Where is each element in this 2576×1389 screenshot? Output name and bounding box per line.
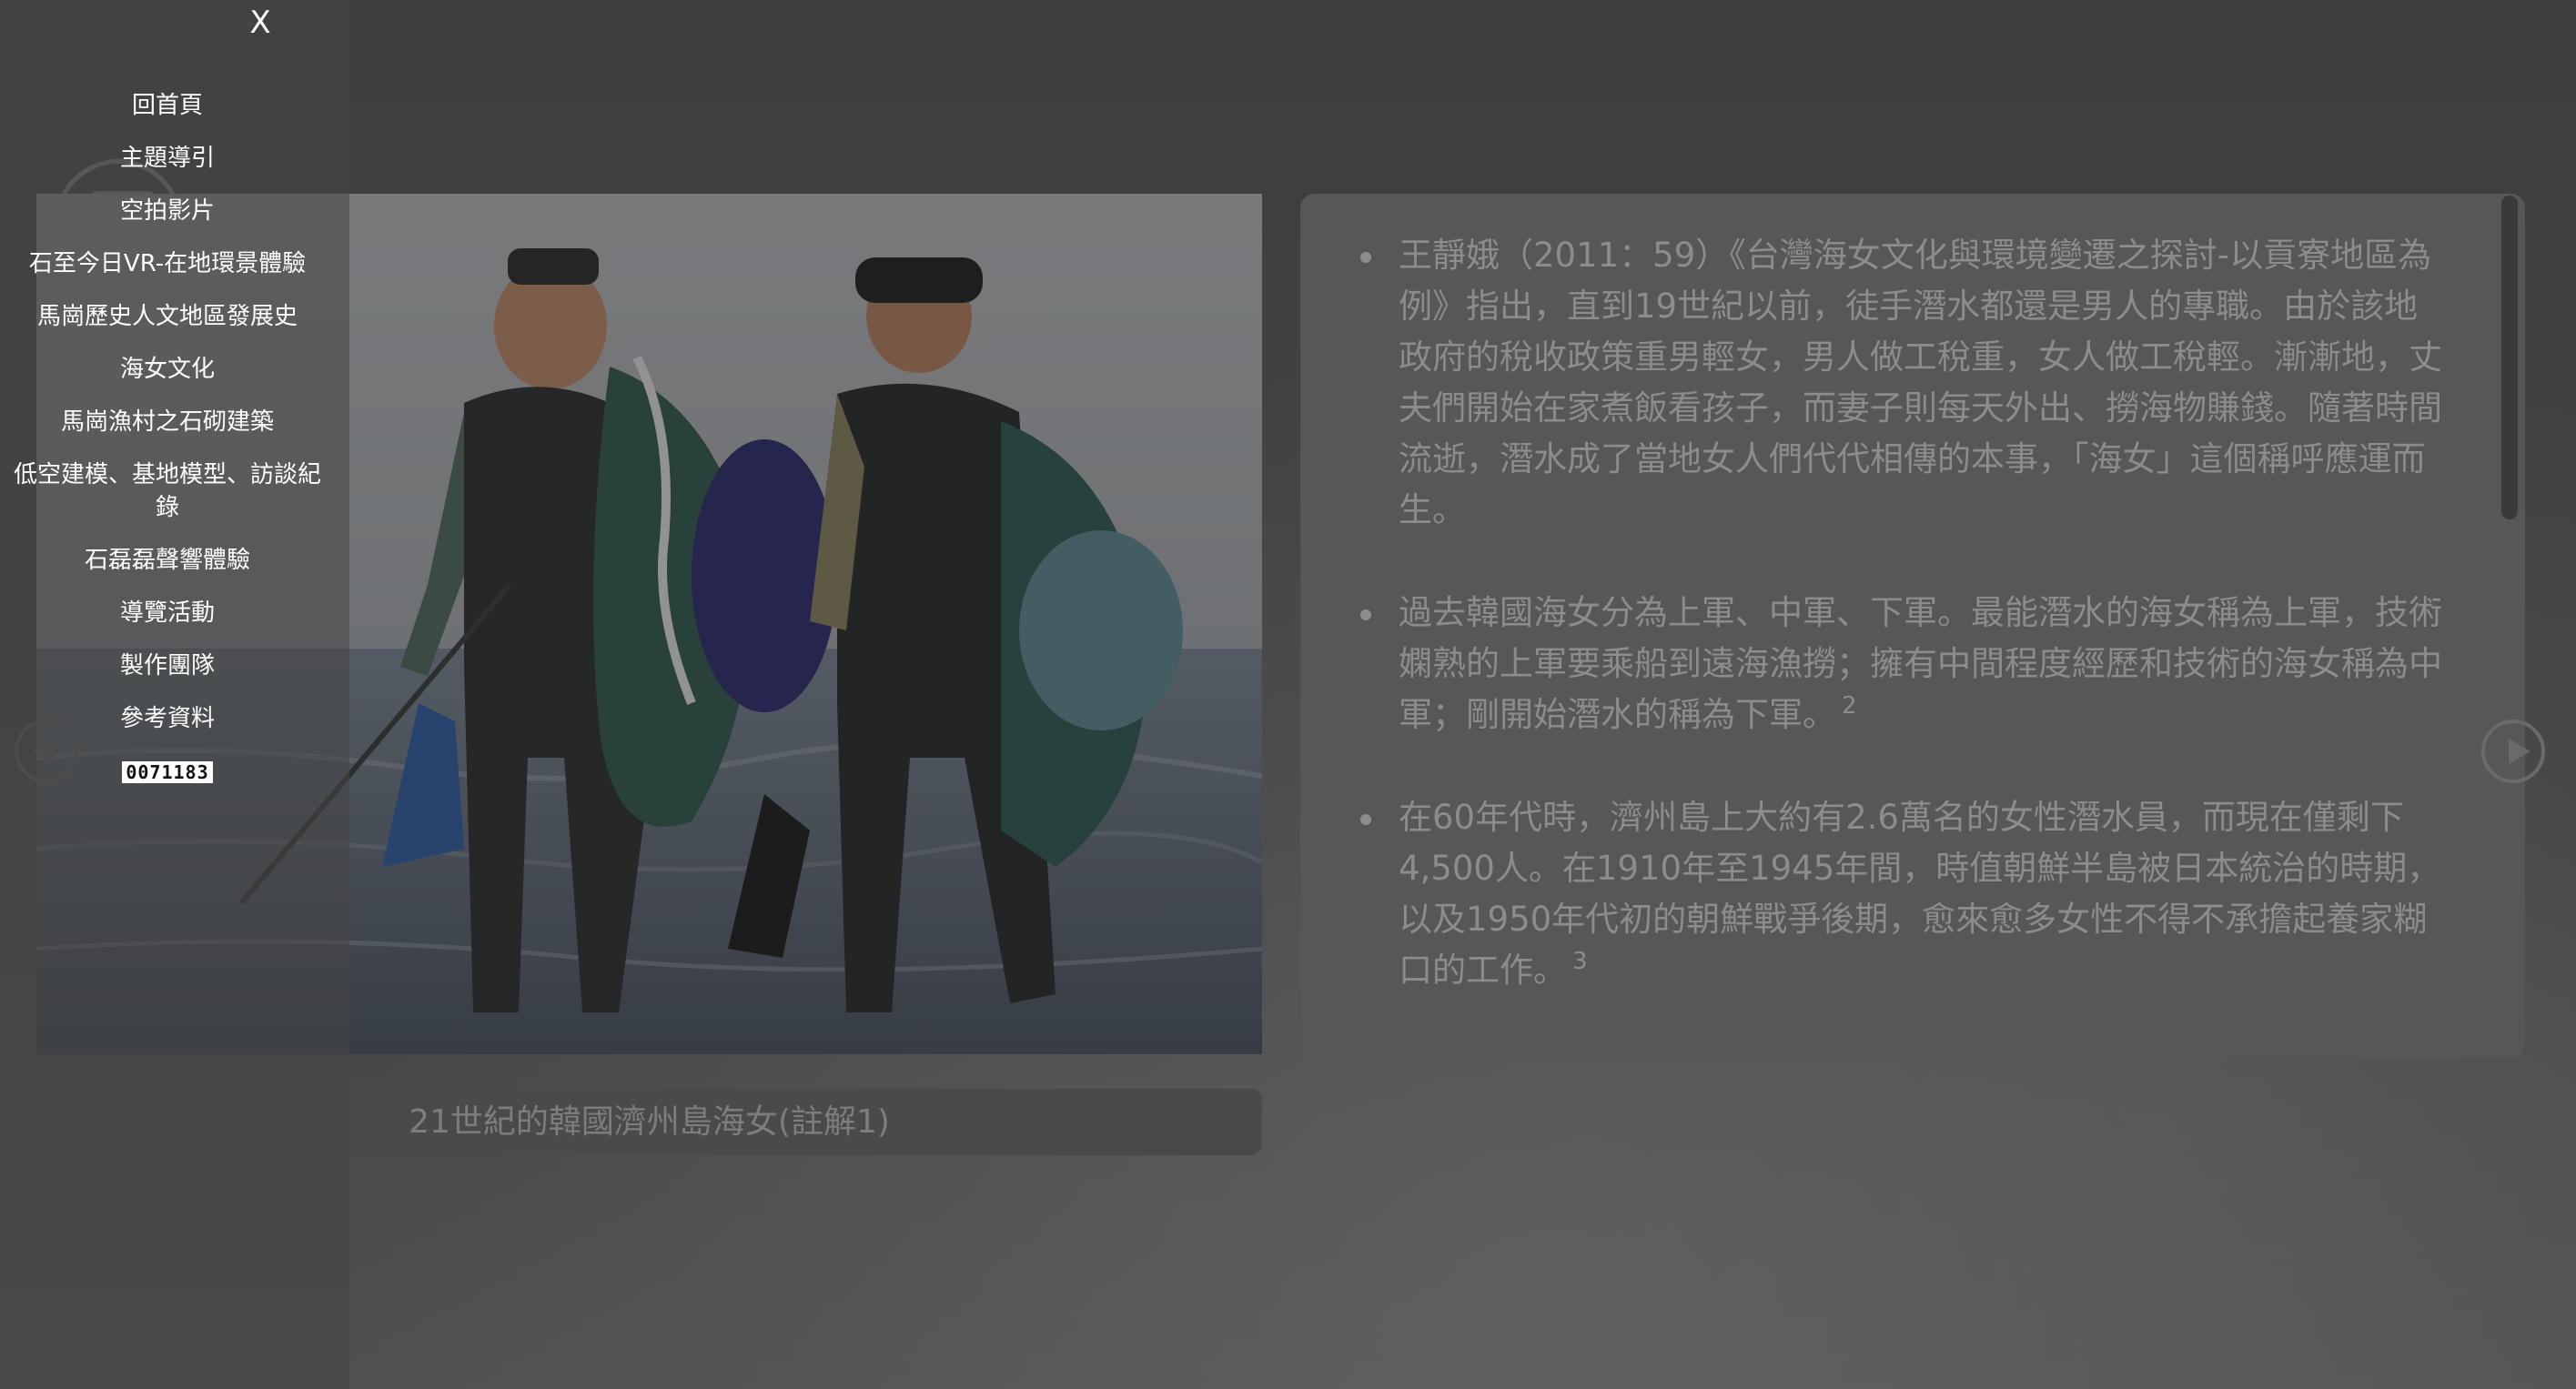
visitor-counter-row: 0071183 <box>0 746 335 799</box>
menu-item-references[interactable]: 參考資料 <box>0 693 335 746</box>
paragraph-text: 在60年代時，濟州島上大約有2.6萬名的女性潛水員，而現在僅剩下4,500人。在… <box>1399 798 2441 990</box>
menu-item-aerial-video[interactable]: 空拍影片 <box>0 186 335 238</box>
scrollbar-thumb[interactable] <box>2501 196 2518 519</box>
menu-item-guided-tours[interactable]: 導覽活動 <box>0 588 335 640</box>
menu-item-modeling-interviews[interactable]: 低空建模、基地模型、訪談紀錄 <box>0 449 335 535</box>
menu-item-home[interactable]: 回首頁 <box>0 80 335 133</box>
side-menu-list: 回首頁 主題導引 空拍影片 石至今日VR-在地環景體驗 馬崗歷史人文地區發展史 … <box>0 80 335 799</box>
menu-item-production-team[interactable]: 製作團隊 <box>0 640 335 693</box>
footnote-link[interactable]: 3 <box>1572 948 1588 975</box>
paragraph-text: 過去韓國海女分為上軍、中軍、下軍。最能潛水的海女稱為上軍，技術嫻熟的上軍要乘船到… <box>1399 593 2442 734</box>
article-paragraph: 王靜娥（2011：59）《台灣海女文化與環境變遷之探討-以貢寮地區為例》指出，直… <box>1360 230 2443 536</box>
menu-item-history[interactable]: 馬崗歷史人文地區發展史 <box>0 291 335 344</box>
play-circle-icon[interactable] <box>2481 720 2545 783</box>
article-bullet-list: 王靜娥（2011：59）《台灣海女文化與環境變遷之探討-以貢寮地區為例》指出，直… <box>1300 194 2525 996</box>
visitor-counter: 0071183 <box>122 761 213 783</box>
close-menu-button[interactable]: X <box>238 0 282 45</box>
paragraph-text: 王靜娥（2011：59）《台灣海女文化與環境變遷之探討-以貢寮地區為例》指出，直… <box>1399 236 2442 529</box>
side-menu-overlay: X 回首頁 主題導引 空拍影片 石至今日VR-在地環景體驗 馬崗歷史人文地區發展… <box>0 0 349 1389</box>
menu-item-stone-architecture[interactable]: 馬崗漁村之石砌建築 <box>0 397 335 449</box>
article-text-panel[interactable]: 王靜娥（2011：59）《台灣海女文化與環境變遷之探討-以貢寮地區為例》指出，直… <box>1300 194 2525 1058</box>
article-paragraph: 過去韓國海女分為上軍、中軍、下軍。最能潛水的海女稱為上軍，技術嫻熟的上軍要乘船到… <box>1360 588 2443 740</box>
menu-item-theme-guide[interactable]: 主題導引 <box>0 133 335 186</box>
menu-item-haenyeo-culture[interactable]: 海女文化 <box>0 344 335 397</box>
menu-item-sound-experience[interactable]: 石磊磊聲響體驗 <box>0 535 335 588</box>
article-paragraph: 在60年代時，濟州島上大約有2.6萬名的女性潛水員，而現在僅剩下4,500人。在… <box>1360 792 2443 996</box>
page-background: 21世紀的韓國濟州島海女(註解1) 王靜娥（2011：59）《台灣海女文化與環境… <box>0 0 2576 1389</box>
menu-item-vr-experience[interactable]: 石至今日VR-在地環景體驗 <box>0 238 335 291</box>
footnote-link[interactable]: 2 <box>1842 692 1857 720</box>
